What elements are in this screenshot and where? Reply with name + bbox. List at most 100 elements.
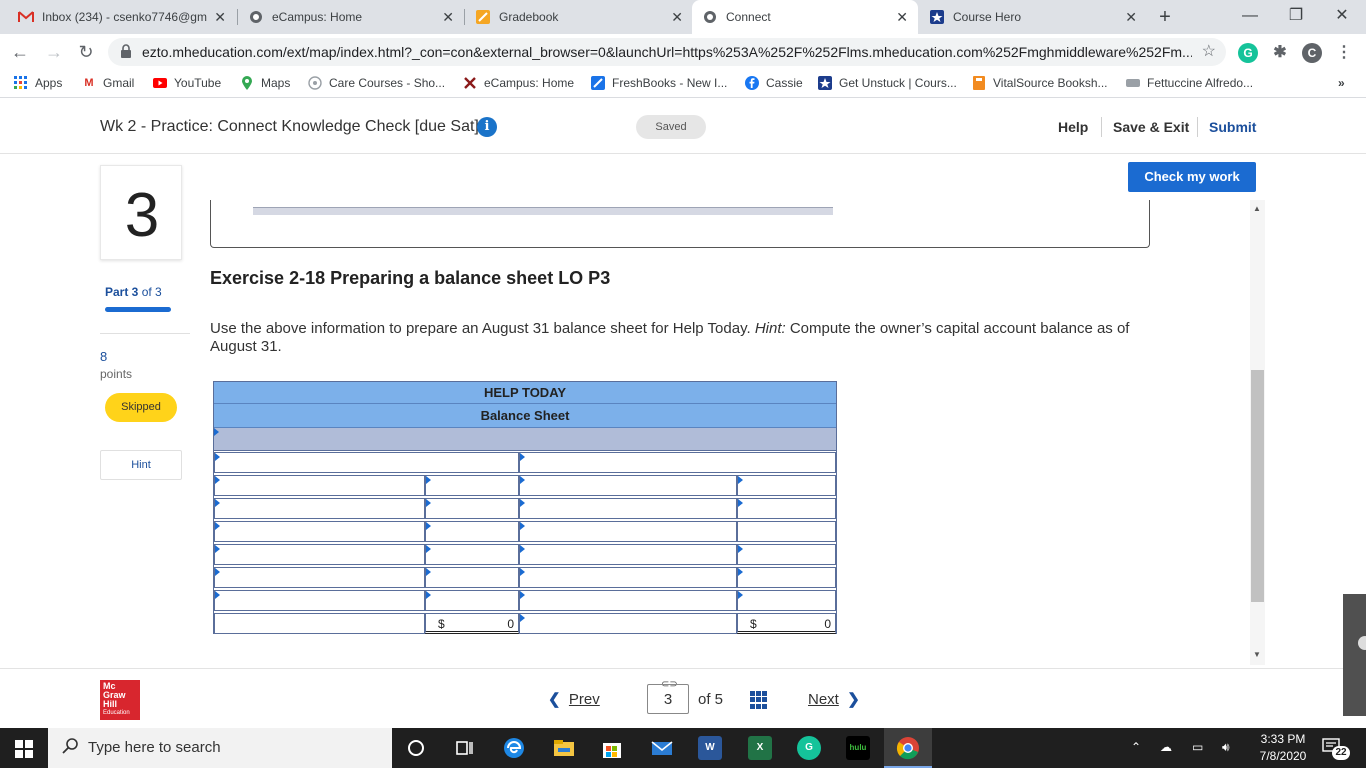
tab-ecampus[interactable]: eCampus: Home ✕ [238,0,464,34]
left-account-input[interactable] [214,521,425,542]
close-icon[interactable]: ✕ [671,9,683,26]
bookmark-fettuccine[interactable]: Fettuccine Alfredo... [1126,76,1253,90]
bookmark-star-icon[interactable]: ☆ [1202,41,1216,61]
battery-icon[interactable]: ▭ [1192,740,1203,754]
right-account-input[interactable] [519,590,737,611]
show-hidden-icons-chevron-icon[interactable]: ⌃ [1131,740,1141,754]
left-amount-input[interactable] [425,521,519,542]
onedrive-cloud-icon[interactable]: ☁ [1160,740,1172,754]
close-icon[interactable]: ✕ [1125,9,1137,26]
scroll-up-arrow-icon[interactable]: ▲ [1253,204,1261,213]
forward-arrow-icon[interactable]: → [42,40,66,64]
close-icon[interactable]: ✕ [442,9,454,26]
date-header-input[interactable] [214,428,836,451]
close-icon[interactable]: ✕ [214,9,226,26]
excel-icon[interactable]: X [748,736,772,760]
check-my-work-button[interactable]: Check my work [1128,162,1256,192]
left-account-input[interactable] [214,498,425,519]
file-explorer-icon[interactable] [552,736,576,760]
new-tab-button[interactable]: + [1153,5,1177,29]
grammarly-icon[interactable]: G [1238,43,1258,63]
bookmark-freshbooks[interactable]: FreshBooks - New I... [591,76,727,90]
right-amount-input[interactable] [737,544,836,565]
maps-icon [240,76,254,90]
info-icon[interactable]: i [477,117,497,137]
left-account-input[interactable] [214,590,425,611]
left-amount-input[interactable] [425,475,519,496]
left-amount-input[interactable] [425,567,519,588]
tab-gradebook[interactable]: Gradebook ✕ [465,0,693,34]
scroll-down-arrow-icon[interactable]: ▼ [1253,650,1261,659]
volume-icon[interactable]: 🔊︎ [1222,740,1230,755]
right-amount-input[interactable] [737,475,836,496]
hint-button[interactable]: Hint [100,450,182,480]
restore-button[interactable]: ❐ [1273,4,1319,28]
bookmark-maps[interactable]: Maps [240,76,290,90]
tab-gmail[interactable]: Inbox (234) - csenko7746@gm ✕ [8,0,236,34]
back-arrow-icon[interactable]: ← [8,40,32,64]
windows-start-icon[interactable] [0,728,48,768]
mail-icon[interactable] [650,736,674,760]
reload-icon[interactable]: ↻ [74,40,98,64]
right-amount-input[interactable] [737,590,836,611]
profile-avatar[interactable]: C [1302,43,1322,63]
search-icon [62,738,78,754]
prev-button[interactable]: ❮ Prev [548,690,600,708]
grammarly-icon[interactable]: G [797,736,821,760]
taskbar-search-box[interactable]: Type here to search [48,728,392,768]
window-close-button[interactable]: ✕ [1319,4,1365,28]
bookmark-gmail[interactable]: M Gmail [82,76,134,90]
left-account-input[interactable] [214,567,425,588]
question-grid-icon[interactable] [750,691,768,709]
right-amount-input[interactable] [737,567,836,588]
extensions-puzzle-icon[interactable]: ✱ [1270,43,1290,63]
menu-kebab-icon[interactable]: ⋮ [1334,43,1354,63]
right-account-input[interactable] [519,521,737,542]
task-view-icon[interactable] [452,736,476,760]
action-center-icon[interactable]: 22 [1322,738,1350,760]
next-button[interactable]: Next ❯ [808,690,860,708]
scrollbar-thumb[interactable] [1251,370,1264,602]
assets-heading-input[interactable] [214,452,519,473]
right-account-input[interactable] [519,567,737,588]
bookmark-apps[interactable]: Apps [14,76,62,90]
liabilities-heading-input[interactable] [519,452,836,473]
system-clock[interactable]: 3:33 PM 7/8/2020 [1255,731,1311,765]
chrome-icon[interactable] [896,736,920,760]
right-account-input[interactable] [519,498,737,519]
submit-link[interactable]: Submit [1209,119,1256,135]
bookmark-ecampus[interactable]: eCampus: Home [463,76,574,90]
bookmark-youtube[interactable]: YouTube [153,76,221,90]
close-icon[interactable]: ✕ [896,9,908,26]
tab-connect[interactable]: Connect ✕ [692,0,918,34]
edge-icon[interactable] [502,736,526,760]
more-bookmarks-chevron-icon[interactable]: » [1338,76,1345,90]
bookmark-vitalsource[interactable]: VitalSource Booksh... [972,76,1108,90]
input-marker-icon [215,522,220,530]
left-amount-input[interactable] [425,544,519,565]
word-icon[interactable]: W [698,736,722,760]
left-amount-input[interactable] [425,590,519,611]
minimize-button[interactable]: — [1227,4,1273,28]
cortana-icon[interactable] [404,736,428,760]
total-liabilities-equity-label-input[interactable] [519,613,737,634]
side-drawer-handle[interactable] [1343,594,1366,716]
right-amount-input[interactable] [737,521,836,542]
address-bar[interactable]: ezto.mheducation.com/ext/map/index.html?… [108,38,1226,66]
bookmark-get-unstuck[interactable]: Get Unstuck | Cours... [818,76,957,90]
right-account-input[interactable] [519,475,737,496]
total-assets-label-input[interactable] [214,613,425,634]
left-account-input[interactable] [214,475,425,496]
help-link[interactable]: Help [1058,119,1088,135]
right-amount-input[interactable] [737,498,836,519]
microsoft-store-icon[interactable] [600,736,624,760]
tab-course-hero[interactable]: Course Hero ✕ [919,0,1147,34]
right-account-input[interactable] [519,544,737,565]
left-account-input[interactable] [214,544,425,565]
bookmark-cassie[interactable]: Cassie [745,76,803,90]
hulu-icon[interactable]: hulu [846,736,870,760]
bookmark-care-courses[interactable]: Care Courses - Sho... [308,76,445,90]
page-number-box[interactable]: 3 [647,684,689,714]
left-amount-input[interactable] [425,498,519,519]
save-exit-link[interactable]: Save & Exit [1113,119,1189,135]
